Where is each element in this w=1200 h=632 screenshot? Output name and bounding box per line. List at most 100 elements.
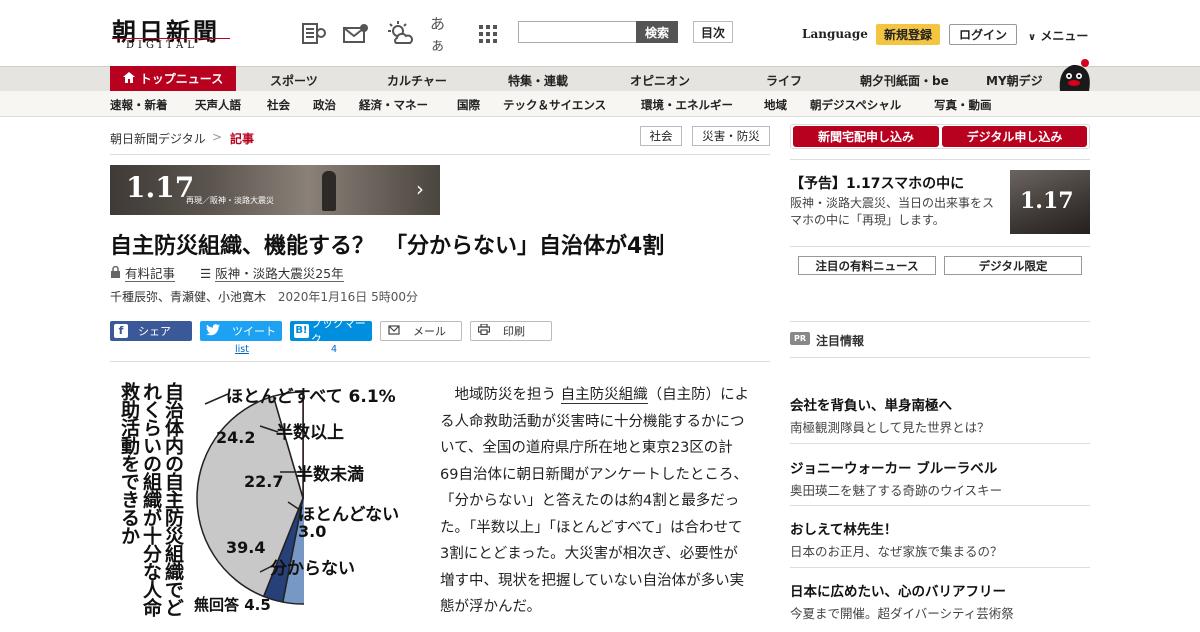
series-banner[interactable]: 1.17 再現／阪神・淡路大震災 › — [110, 165, 440, 215]
promo-item-desc[interactable]: 今夏まで開催。超ダイバーシティ芸術祭 — [790, 603, 1014, 622]
toc-button[interactable]: 目次 — [693, 21, 733, 43]
breadcrumb-current: 記事 — [230, 132, 255, 146]
nav-tensei[interactable]: 天声人語 — [195, 97, 241, 113]
hatena-icon: B! — [294, 324, 309, 338]
breadcrumb-separator: > — [212, 130, 223, 144]
nav-international[interactable]: 国際 — [457, 97, 480, 113]
promo-title[interactable]: 【予告】1.17スマホの中に — [790, 173, 964, 193]
promo-item-title[interactable]: ジョニーウォーカー ブルーラベル — [790, 457, 997, 477]
twitter-share-button[interactable]: ツイート — [200, 321, 282, 341]
divider — [790, 159, 1090, 160]
chevron-right-icon: › — [416, 177, 424, 201]
list-icon: ☰ — [200, 266, 212, 281]
site-logo-sub[interactable]: DIGITAL — [126, 40, 198, 51]
home-icon — [122, 71, 135, 86]
divider — [790, 357, 1090, 358]
nav-life[interactable]: ライフ — [766, 72, 802, 89]
nav-environment[interactable]: 環境・エネルギー — [641, 97, 733, 113]
article-title: 自主防災組織、機能する？ 「分からない」自治体が4割 — [110, 234, 665, 259]
nav-society[interactable]: 社会 — [267, 97, 290, 113]
menu-button[interactable]: ∨ メニュー — [1028, 27, 1088, 44]
mail-icon — [385, 324, 403, 338]
article-authors: 千種辰弥、青瀬健、小池寛木 2020年1月16日 5時00分 — [110, 288, 418, 305]
mascot-icon[interactable] — [1056, 58, 1092, 92]
promo-item-title[interactable]: 日本に広めたい、心のバリアフリー — [790, 580, 1006, 600]
nav-breaking[interactable]: 速報・新着 — [110, 97, 168, 113]
promo-item-title[interactable]: おしえて林先生！ — [790, 518, 897, 538]
promo-description[interactable]: 阪神・淡路大震災、当日の出来事をスマホの中に「再現」します。 — [790, 195, 1005, 229]
pie-chart: 自治体内の自主防災組織でどれくらいの組織が十分な人命救助活動をできるか ほとんど… — [110, 376, 425, 630]
banner-person — [322, 171, 336, 211]
tag-society[interactable]: 社会 — [640, 126, 682, 146]
newspaper-icon[interactable] — [300, 20, 328, 48]
weather-icon[interactable] — [386, 20, 414, 48]
register-button[interactable]: 新規登録 — [876, 24, 940, 45]
grid-icon[interactable] — [474, 20, 502, 48]
nav-culture[interactable]: カルチャー — [387, 72, 447, 89]
search-input[interactable] — [518, 21, 636, 43]
hatena-bookmark-button[interactable]: B! ブックマーク — [290, 317, 372, 346]
nav-tech[interactable]: テック＆サイエンス — [503, 97, 606, 113]
digital-only-tab[interactable]: デジタル限定 — [944, 256, 1082, 275]
nav-sports[interactable]: スポーツ — [270, 72, 318, 89]
search-button[interactable]: 検索 — [636, 21, 678, 43]
login-button[interactable]: ログイン — [949, 24, 1017, 45]
label-no-answer: 無回答 4.5 — [194, 596, 271, 614]
divider — [790, 321, 1090, 322]
article-date: 2020年1月16日 5時00分 — [277, 290, 419, 304]
nav-paper[interactable]: 朝夕刊紙面・be — [860, 72, 949, 89]
twitter-count[interactable]: list — [235, 344, 249, 355]
pr-badge: PR — [790, 332, 810, 345]
menu-label: メニュー — [1040, 29, 1089, 43]
nav-my-asadigi[interactable]: MY朝デジ — [986, 72, 1043, 89]
promo-item-desc[interactable]: 奥田瑛二を魅了する奇跡のウイスキー — [790, 480, 1002, 499]
print-label: 印刷 — [503, 325, 525, 338]
digital-subscribe-button[interactable]: デジタル申し込み — [942, 126, 1087, 147]
nav-region[interactable]: 地域 — [764, 97, 787, 113]
divider — [790, 567, 1090, 568]
author-names: 千種辰弥、青瀬健、小池寛木 — [110, 290, 267, 304]
newspaper-subscribe-button[interactable]: 新聞宅配申し込み — [793, 126, 939, 147]
promo-item-title[interactable]: 会社を背負い、単身南極へ — [790, 394, 952, 414]
banner-subtitle: 再現／阪神・淡路大震災 — [186, 196, 274, 205]
mail-share-label: メール — [413, 325, 446, 338]
divider — [790, 443, 1090, 444]
nav-opinion[interactable]: オピニオン — [630, 72, 690, 89]
divider — [790, 505, 1090, 506]
facebook-share-button[interactable]: f シェア — [110, 321, 192, 341]
divider — [110, 154, 770, 155]
nav-features[interactable]: 特集・連載 — [508, 72, 568, 89]
tag-disaster[interactable]: 災害・防災 — [692, 126, 770, 146]
paid-article-badge[interactable]: 有料記事 — [110, 263, 175, 282]
nav-photo-video[interactable]: 写真・動画 — [934, 97, 992, 113]
promo-item-desc[interactable]: 日本のお正月、なぜ家族で集まるの？ — [790, 541, 1003, 560]
featured-paid-news-tab[interactable]: 注目の有料ニュース — [798, 256, 936, 275]
promo-image[interactable]: 1.17 — [1010, 170, 1090, 234]
mail-icon[interactable] — [342, 20, 370, 48]
leader-line-0 — [204, 393, 229, 405]
mail-share-button[interactable]: メール — [380, 321, 462, 341]
nav-top-news[interactable]: トップニュース — [110, 66, 236, 91]
language-link[interactable]: Language — [802, 27, 868, 41]
twitter-share-label: ツイート — [232, 325, 276, 338]
value-almost-none: 3.0 — [298, 522, 327, 541]
facebook-icon: f — [114, 324, 128, 338]
font-size-icon[interactable]: あぁ — [430, 15, 458, 54]
body-pre: 地域防災を担う — [454, 387, 557, 403]
label-minority: 半数未満 — [296, 465, 364, 485]
series-link[interactable]: ☰ 阪神・淡路大震災25年 — [200, 263, 344, 282]
article-body: 地域防災を担う 自主防災組織（自主防）による人命救助活動が災害時に十分機能するか… — [440, 382, 750, 621]
nav-economy[interactable]: 経済・マネー — [359, 97, 428, 113]
chevron-down-icon: ∨ — [1028, 32, 1037, 43]
print-button[interactable]: 印刷 — [470, 321, 552, 341]
nav-special[interactable]: 朝デジスペシャル — [810, 97, 901, 113]
label-majority: 半数以上 — [276, 423, 344, 443]
breadcrumb-home[interactable]: 朝日新聞デジタル — [110, 130, 206, 147]
body-link[interactable]: 自主防災組織 — [560, 387, 648, 404]
series-label: 阪神・淡路大震災25年 — [215, 266, 344, 282]
value-majority: 24.2 — [216, 428, 256, 447]
promo-item-desc[interactable]: 南極観測隊員として見た世界とは？ — [790, 417, 990, 436]
hatena-count[interactable]: 4 — [331, 344, 337, 355]
body-post: （自主防）による人命救助活動が災害時に十分機能するかについて、全国の道府県庁所在… — [440, 387, 750, 615]
nav-politics[interactable]: 政治 — [313, 97, 336, 113]
